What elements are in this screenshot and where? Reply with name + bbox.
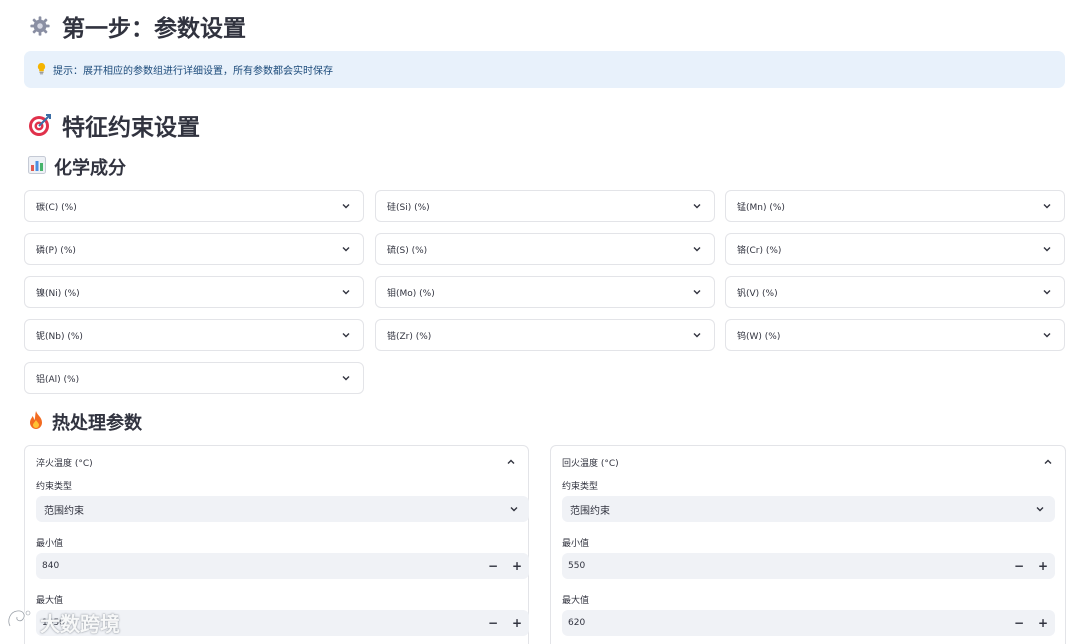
- max-value-label: 最大值: [36, 596, 64, 606]
- gear-icon: [28, 14, 52, 38]
- expander-carbon[interactable]: 碳(C) (%): [24, 190, 364, 222]
- expander-label: 铌(Nb) (%): [36, 331, 83, 342]
- expander-label: 硫(S) (%): [387, 245, 428, 256]
- increment-button[interactable]: +: [505, 553, 529, 579]
- expander-phosphorus[interactable]: 磷(P) (%): [24, 233, 364, 265]
- watermark-text: 大数跨境: [40, 611, 120, 636]
- expander-label: 镍(Ni) (%): [36, 288, 80, 299]
- expander-label: 碳(C) (%): [36, 202, 77, 213]
- min-value: 840: [42, 561, 60, 571]
- temper-temp-panel: 回火温度 (°C) 约束类型 范围约束 最小值 550 − + 最大值 620 −…: [550, 445, 1066, 644]
- select-value: 范围约束: [570, 505, 610, 517]
- chevron-down-icon: [693, 333, 701, 338]
- target-icon: [28, 113, 52, 137]
- expander-manganese[interactable]: 锰(Mn) (%): [725, 190, 1065, 222]
- expander-sulfur[interactable]: 硫(S) (%): [375, 233, 715, 265]
- heat-heading-text: 热处理参数: [52, 413, 142, 434]
- quench-temp-expander-header[interactable]: 淬火温度 (°C): [36, 455, 516, 469]
- chevron-down-icon: [342, 247, 350, 252]
- min-value-label: 最小值: [562, 539, 590, 549]
- constraint-type-select[interactable]: 范围约束: [36, 496, 529, 522]
- expander-label: 锆(Zr) (%): [387, 331, 432, 342]
- expander-aluminum[interactable]: 铝(Al) (%): [24, 362, 364, 394]
- fire-icon: [28, 410, 44, 435]
- max-value-label: 最大值: [562, 596, 590, 606]
- panel-title: 回火温度 (°C): [562, 458, 619, 469]
- min-value-label: 最小值: [36, 539, 64, 549]
- info-hint: 提示：展开相应的参数组进行详细设置，所有参数都会实时保存: [24, 51, 1065, 88]
- expander-chromium[interactable]: 铬(Cr) (%): [725, 233, 1065, 265]
- decrement-button[interactable]: −: [1007, 553, 1031, 579]
- increment-button[interactable]: +: [505, 610, 529, 636]
- chevron-down-icon: [1043, 333, 1051, 338]
- chevron-down-icon: [693, 204, 701, 209]
- expander-label: 钒(V) (%): [737, 288, 778, 299]
- expander-niobium[interactable]: 铌(Nb) (%): [24, 319, 364, 351]
- chevron-down-icon: [1043, 290, 1051, 295]
- increment-button[interactable]: +: [1031, 610, 1055, 636]
- max-value-input[interactable]: 620 − +: [562, 610, 1055, 636]
- hint-text: 提示：展开相应的参数组进行详细设置，所有参数都会实时保存: [53, 66, 333, 77]
- chevron-down-icon: [510, 507, 518, 512]
- section-title-text: 特征约束设置: [62, 115, 200, 141]
- constraint-type-label: 约束类型: [562, 482, 599, 492]
- chevron-down-icon: [1036, 507, 1044, 512]
- min-value-input[interactable]: 840 − +: [36, 553, 529, 579]
- min-value: 550: [568, 561, 586, 571]
- expander-label: 磷(P) (%): [36, 245, 76, 256]
- lightbulb-icon: [36, 62, 47, 78]
- heat-heading: 热处理参数: [28, 409, 142, 435]
- expander-label: 锰(Mn) (%): [737, 202, 785, 213]
- expander-nickel[interactable]: 镍(Ni) (%): [24, 276, 364, 308]
- watermark: 大数跨境: [6, 608, 120, 636]
- chemistry-heading-text: 化学成分: [54, 158, 126, 179]
- increment-button[interactable]: +: [1031, 553, 1055, 579]
- bar-chart-icon: [28, 155, 46, 179]
- section-title: 特征约束设置: [28, 107, 200, 143]
- expander-label: 铬(Cr) (%): [737, 245, 782, 256]
- temper-temp-expander-header[interactable]: 回火温度 (°C): [562, 455, 1053, 469]
- panel-title: 淬火温度 (°C): [36, 458, 93, 469]
- expander-silicon[interactable]: 硅(Si) (%): [375, 190, 715, 222]
- page-title: 第一步：参数设置: [28, 8, 246, 44]
- expander-vanadium[interactable]: 钒(V) (%): [725, 276, 1065, 308]
- chevron-down-icon: [342, 204, 350, 209]
- expander-molybdenum[interactable]: 钼(Mo) (%): [375, 276, 715, 308]
- chevron-down-icon: [693, 290, 701, 295]
- chemistry-heading: 化学成分: [28, 154, 126, 180]
- chevron-down-icon: [1043, 247, 1051, 252]
- decrement-button[interactable]: −: [1007, 610, 1031, 636]
- expander-label: 硅(Si) (%): [387, 202, 430, 213]
- chevron-down-icon: [342, 333, 350, 338]
- expander-tungsten[interactable]: 钨(W) (%): [725, 319, 1065, 351]
- expander-label: 铝(Al) (%): [36, 374, 80, 385]
- chevron-down-icon: [1043, 204, 1051, 209]
- chevron-down-icon: [693, 247, 701, 252]
- select-value: 范围约束: [44, 505, 84, 517]
- chevron-down-icon: [342, 290, 350, 295]
- watermark-logo-icon: [6, 608, 36, 637]
- decrement-button[interactable]: −: [481, 553, 505, 579]
- chevron-up-icon: [507, 459, 515, 464]
- constraint-type-select[interactable]: 范围约束: [562, 496, 1055, 522]
- expander-label: 钨(W) (%): [737, 331, 781, 342]
- max-value: 620: [568, 618, 586, 628]
- chevron-down-icon: [342, 376, 350, 381]
- min-value-input[interactable]: 550 − +: [562, 553, 1055, 579]
- expander-label: 钼(Mo) (%): [387, 288, 435, 299]
- decrement-button[interactable]: −: [481, 610, 505, 636]
- chevron-up-icon: [1044, 459, 1052, 464]
- page-title-text: 第一步：参数设置: [62, 16, 246, 42]
- constraint-type-label: 约束类型: [36, 482, 73, 492]
- expander-zirconium[interactable]: 锆(Zr) (%): [375, 319, 715, 351]
